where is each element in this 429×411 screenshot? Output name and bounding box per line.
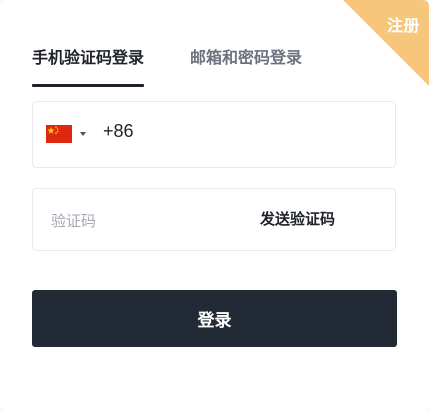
chevron-down-icon <box>80 132 86 136</box>
login-method-tabs: 手机验证码登录 邮箱和密码登录 <box>32 44 302 87</box>
tab-phone-code[interactable]: 手机验证码登录 <box>32 44 145 87</box>
phone-input[interactable] <box>153 112 377 160</box>
china-flag-icon <box>46 125 72 143</box>
register-corner[interactable]: 注册 <box>343 0 429 86</box>
login-card: 注册 手机验证码登录 邮箱和密码登录 +86 发送验证码 登录 <box>0 0 429 411</box>
verification-code-input[interactable] <box>49 199 233 243</box>
register-link[interactable]: 注册 <box>387 12 420 36</box>
verification-code-field: 发送验证码 <box>32 188 396 251</box>
send-code-button[interactable]: 发送验证码 <box>260 208 335 229</box>
tab-email-password[interactable]: 邮箱和密码登录 <box>190 44 302 87</box>
country-code-select[interactable] <box>46 125 86 143</box>
phone-field: +86 <box>32 101 396 168</box>
dial-code: +86 <box>103 121 134 141</box>
login-button[interactable]: 登录 <box>32 290 397 347</box>
